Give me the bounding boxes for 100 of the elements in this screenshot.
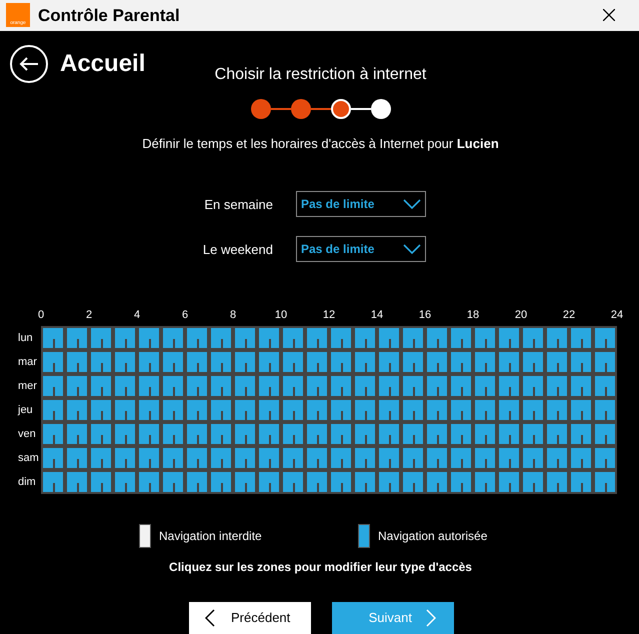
hour-slot[interactable]	[65, 422, 89, 446]
hour-slot[interactable]	[161, 470, 185, 494]
hour-slot[interactable]	[473, 374, 497, 398]
hour-slot[interactable]	[305, 326, 329, 350]
hour-slot[interactable]	[281, 398, 305, 422]
hour-slot[interactable]	[593, 350, 617, 374]
hour-slot[interactable]	[449, 326, 473, 350]
hour-slot[interactable]	[593, 374, 617, 398]
hour-slot[interactable]	[209, 446, 233, 470]
hour-slot[interactable]	[353, 350, 377, 374]
hour-slot[interactable]	[305, 446, 329, 470]
hour-slot[interactable]	[89, 326, 113, 350]
hour-slot[interactable]	[137, 446, 161, 470]
hour-slot[interactable]	[41, 374, 65, 398]
hour-slot[interactable]	[161, 326, 185, 350]
hour-slot[interactable]	[41, 470, 65, 494]
hour-slot[interactable]	[185, 422, 209, 446]
hour-slot[interactable]	[257, 326, 281, 350]
hour-slot[interactable]	[353, 326, 377, 350]
hour-slot[interactable]	[425, 422, 449, 446]
hour-slot[interactable]	[113, 422, 137, 446]
hour-slot[interactable]	[569, 350, 593, 374]
hour-slot[interactable]	[161, 374, 185, 398]
hour-slot[interactable]	[89, 398, 113, 422]
hour-slot[interactable]	[377, 374, 401, 398]
hour-slot[interactable]	[593, 326, 617, 350]
hour-slot[interactable]	[185, 446, 209, 470]
hour-slot[interactable]	[257, 470, 281, 494]
hour-slot[interactable]	[209, 470, 233, 494]
hour-slot[interactable]	[161, 446, 185, 470]
limit-dropdown[interactable]: Pas de limite	[296, 236, 426, 262]
hour-slot[interactable]	[257, 446, 281, 470]
hour-slot[interactable]	[497, 398, 521, 422]
hour-slot[interactable]	[377, 470, 401, 494]
hour-slot[interactable]	[329, 470, 353, 494]
hour-slot[interactable]	[257, 374, 281, 398]
hour-slot[interactable]	[401, 350, 425, 374]
hour-slot[interactable]	[233, 470, 257, 494]
hour-slot[interactable]	[425, 350, 449, 374]
hour-slot[interactable]	[593, 470, 617, 494]
hour-slot[interactable]	[473, 422, 497, 446]
hour-slot[interactable]	[497, 374, 521, 398]
hour-slot[interactable]	[449, 446, 473, 470]
hour-slot[interactable]	[353, 422, 377, 446]
hour-slot[interactable]	[209, 422, 233, 446]
hour-slot[interactable]	[137, 326, 161, 350]
hour-slot[interactable]	[353, 398, 377, 422]
hour-slot[interactable]	[377, 398, 401, 422]
hour-slot[interactable]	[473, 470, 497, 494]
hour-slot[interactable]	[65, 470, 89, 494]
hour-slot[interactable]	[569, 374, 593, 398]
hour-slot[interactable]	[569, 446, 593, 470]
hour-slot[interactable]	[41, 326, 65, 350]
hour-slot[interactable]	[233, 422, 257, 446]
hour-slot[interactable]	[65, 398, 89, 422]
hour-slot[interactable]	[137, 350, 161, 374]
hour-slot[interactable]	[401, 422, 425, 446]
hour-slot[interactable]	[65, 326, 89, 350]
hour-slot[interactable]	[257, 350, 281, 374]
hour-slot[interactable]	[41, 398, 65, 422]
hour-slot[interactable]	[545, 470, 569, 494]
hour-slot[interactable]	[41, 446, 65, 470]
hour-slot[interactable]	[569, 326, 593, 350]
hour-slot[interactable]	[425, 374, 449, 398]
hour-slot[interactable]	[65, 350, 89, 374]
hour-slot[interactable]	[305, 470, 329, 494]
hour-slot[interactable]	[113, 374, 137, 398]
hour-slot[interactable]	[401, 470, 425, 494]
hour-slot[interactable]	[113, 326, 137, 350]
hour-slot[interactable]	[521, 446, 545, 470]
hour-slot[interactable]	[137, 470, 161, 494]
hour-slot[interactable]	[233, 374, 257, 398]
hour-slot[interactable]	[161, 350, 185, 374]
hour-slot[interactable]	[137, 398, 161, 422]
hour-slot[interactable]	[281, 374, 305, 398]
hour-slot[interactable]	[569, 470, 593, 494]
hour-slot[interactable]	[545, 374, 569, 398]
hour-slot[interactable]	[521, 398, 545, 422]
hour-slot[interactable]	[593, 422, 617, 446]
hour-slot[interactable]	[113, 398, 137, 422]
hour-slot[interactable]	[89, 350, 113, 374]
hour-slot[interactable]	[137, 374, 161, 398]
hour-slot[interactable]	[497, 470, 521, 494]
hour-slot[interactable]	[185, 470, 209, 494]
hour-slot[interactable]	[281, 326, 305, 350]
hour-slot[interactable]	[329, 350, 353, 374]
hour-slot[interactable]	[353, 470, 377, 494]
hour-slot[interactable]	[545, 398, 569, 422]
hour-slot[interactable]	[233, 350, 257, 374]
hour-slot[interactable]	[281, 350, 305, 374]
hour-slot[interactable]	[89, 446, 113, 470]
hour-slot[interactable]	[137, 422, 161, 446]
hour-slot[interactable]	[449, 350, 473, 374]
hour-slot[interactable]	[377, 422, 401, 446]
hour-slot[interactable]	[41, 350, 65, 374]
hour-slot[interactable]	[497, 350, 521, 374]
hour-slot[interactable]	[305, 398, 329, 422]
hour-slot[interactable]	[521, 470, 545, 494]
hour-slot[interactable]	[209, 398, 233, 422]
hour-slot[interactable]	[305, 422, 329, 446]
